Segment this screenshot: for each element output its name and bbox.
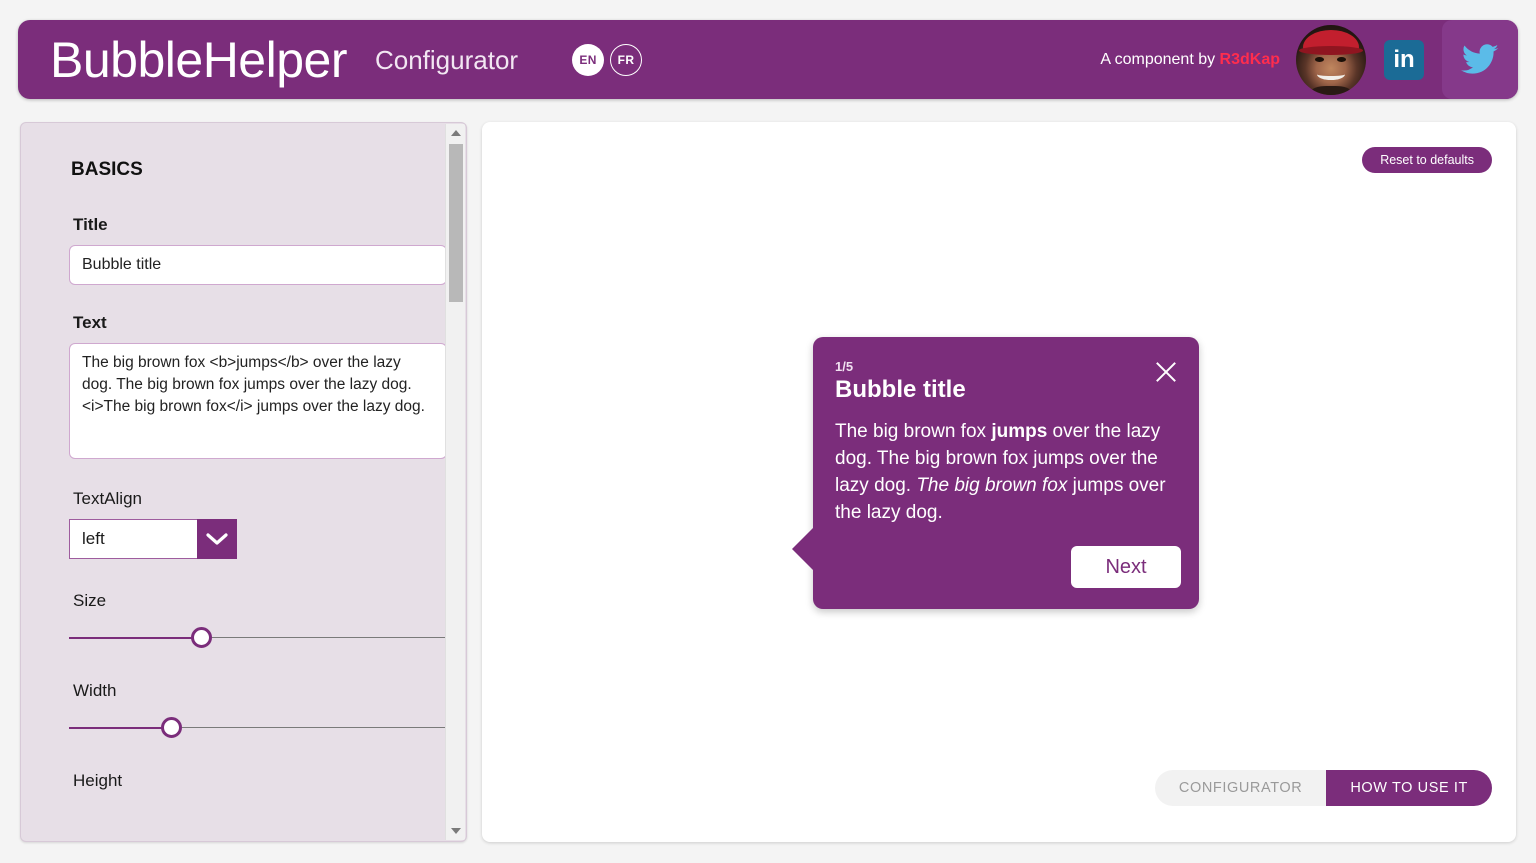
title-input[interactable]: [69, 245, 447, 285]
page-title: Configurator: [374, 44, 519, 75]
footer-tabs: CONFIGURATOR HOW TO USE IT: [1154, 770, 1492, 806]
credit-prefix: A component by: [1100, 50, 1220, 68]
tab-configurator[interactable]: CONFIGURATOR: [1154, 770, 1327, 806]
width-slider[interactable]: [69, 711, 447, 745]
cap-brim-shape: [1298, 45, 1364, 55]
text-textarea[interactable]: The big brown fox <b>jumps</b> over the …: [69, 343, 447, 459]
chevron-down-icon[interactable]: [197, 519, 237, 559]
tab-how-to-use-it[interactable]: HOW TO USE IT: [1326, 770, 1492, 806]
credit-text: A component by R3dKap: [1100, 51, 1280, 69]
width-slider-rest-track: [171, 727, 447, 728]
width-slider-filled-track: [69, 727, 171, 729]
size-slider[interactable]: [69, 621, 447, 655]
width-slider-thumb[interactable]: [161, 717, 182, 738]
scroll-up-button[interactable]: [446, 124, 466, 142]
sidebar-scrollbar[interactable]: [445, 124, 465, 840]
label-title: Title: [73, 215, 108, 234]
neck-shape: [1311, 86, 1351, 95]
twitter-link[interactable]: [1442, 20, 1518, 99]
caret-down-icon: [451, 828, 461, 834]
language-switcher: EN FR: [572, 43, 643, 76]
bubble-step-counter: 1/5: [835, 359, 854, 374]
sidebar-panel: BASICS Title Text The big brown fox <b>j…: [20, 122, 467, 842]
label-textalign: TextAlign: [73, 489, 142, 508]
app-header: BubbleHelper Configurator EN FR A compon…: [18, 20, 1518, 99]
section-title-basics: BASICS: [71, 159, 143, 180]
bubble-body-text: The big brown fox jumps over the lazy do…: [835, 421, 1166, 523]
bubble-pointer-arrow: [792, 528, 813, 570]
credit-handle: R3dKap: [1219, 50, 1280, 68]
size-slider-filled-track: [69, 637, 201, 639]
eye-left-shape: [1314, 57, 1324, 63]
eye-right-shape: [1336, 57, 1346, 63]
lang-button-fr[interactable]: FR: [610, 43, 643, 76]
close-icon[interactable]: [1153, 359, 1179, 385]
chevron-down-glyph: [206, 533, 228, 545]
label-width: Width: [73, 681, 117, 700]
reset-to-defaults-button[interactable]: Reset to defaults: [1362, 147, 1492, 173]
size-slider-thumb[interactable]: [191, 627, 212, 648]
bubble-title: Bubble title: [835, 376, 966, 403]
header-right-group: A component by R3dKap in: [1100, 20, 1518, 99]
brand-title: BubbleHelper: [50, 31, 347, 88]
linkedin-link[interactable]: in: [1366, 20, 1442, 99]
scroll-down-button[interactable]: [446, 822, 466, 840]
bubble-tooltip: 1/5 Bubble title The big brown fox jumps…: [792, 337, 1199, 609]
size-slider-rest-track: [201, 637, 447, 638]
scrollbar-thumb[interactable]: [449, 144, 463, 302]
preview-panel: Reset to defaults 1/5 Bubble title The b…: [482, 122, 1516, 842]
sidebar-content: BASICS Title Text The big brown fox <b>j…: [21, 123, 447, 841]
textalign-select-value: left: [69, 519, 197, 559]
label-size: Size: [73, 591, 107, 610]
avatar: [1296, 24, 1366, 95]
smile-shape: [1317, 69, 1345, 81]
caret-up-icon: [451, 130, 461, 136]
lang-button-en[interactable]: EN: [572, 43, 605, 76]
bubble-next-button[interactable]: Next: [1071, 546, 1181, 588]
linkedin-icon: in: [1384, 39, 1424, 80]
textalign-select[interactable]: left: [69, 519, 237, 559]
twitter-icon: [1461, 43, 1499, 74]
label-text: Text: [73, 313, 107, 332]
label-height: Height: [73, 771, 123, 790]
